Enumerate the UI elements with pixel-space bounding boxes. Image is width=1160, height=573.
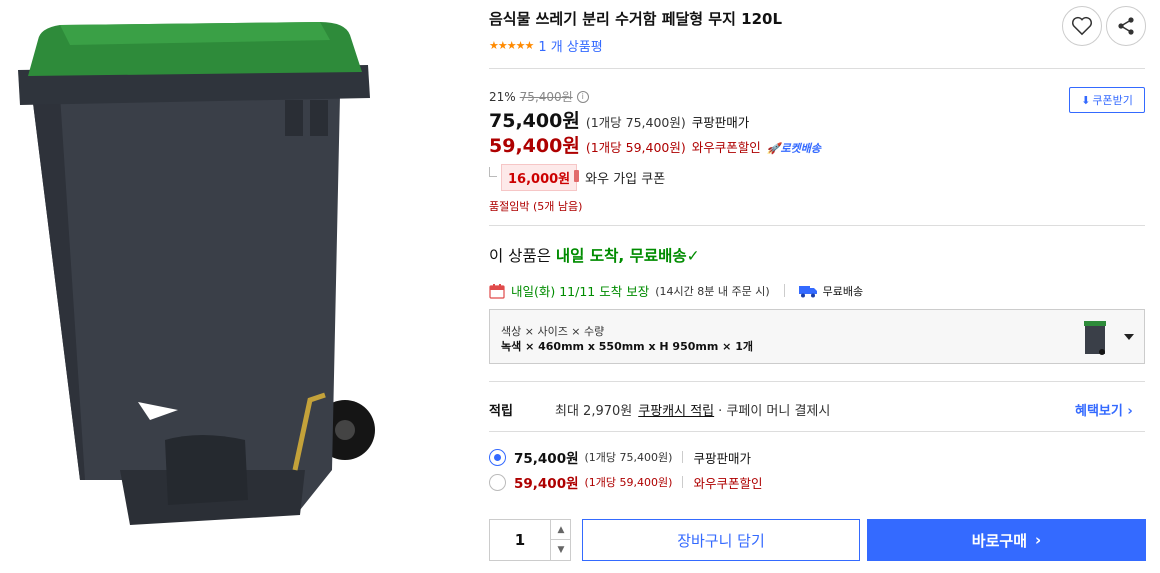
original-price: 75,400원	[519, 90, 573, 104]
arrival-date: 내일(화) 11/11 도착 보장	[511, 284, 650, 299]
delivery-row: 내일(화) 11/11 도착 보장 (14시간 8분 내 주문 시) 무료배송	[489, 281, 863, 300]
share-button[interactable]	[1106, 6, 1146, 46]
wow-unit-price: (1개당 59,400원)	[585, 140, 686, 155]
reward-label: 적립	[489, 404, 513, 419]
chevron-down-icon	[1124, 334, 1134, 340]
product-image	[18, 22, 375, 525]
separator	[682, 476, 684, 488]
reward-max-points: 최대 2,970원	[555, 404, 633, 419]
calendar-icon	[489, 283, 505, 299]
price-option-seller[interactable]: 75,400원 (1개당 75,400원) 쿠팡판매가	[489, 447, 751, 467]
sale-price-label: 쿠팡판매가	[691, 115, 750, 130]
product-title: 음식물 쓰레기 분리 수거함 페달형 무지 120L	[489, 10, 783, 28]
radio-seller-price[interactable]	[489, 448, 506, 466]
coupang-cash-link[interactable]: 쿠팡캐시 적립	[638, 400, 714, 419]
star-rating: ★★★★★	[489, 39, 534, 52]
option-unit-price: (1개당 75,400원)	[584, 451, 673, 464]
share-icon	[1118, 17, 1134, 35]
separator	[682, 451, 684, 463]
rating-row: ★★★★★ 1 개 상품평	[489, 36, 603, 55]
option-selector[interactable]: 색상 × 사이즈 × 수량 녹색 × 460mm x 550mm x H 950…	[489, 309, 1145, 364]
quantity-stepper[interactable]: 1 ▲ ▼	[489, 519, 571, 561]
branch-line	[489, 167, 497, 177]
option-price: 75,400원	[514, 451, 579, 467]
option-label: 와우쿠폰할인	[693, 475, 763, 491]
wow-coupon-label: 와우 가입 쿠폰	[585, 172, 666, 187]
sale-price: 75,400원	[489, 110, 580, 132]
divider	[489, 68, 1145, 69]
wow-price: 59,400원	[489, 135, 580, 157]
check-icon: ✓	[686, 247, 700, 265]
arrival-headline: 이 상품은 내일 도착, 무료배송✓	[489, 244, 700, 266]
arrival-highlight: 내일 도착, 무료배송	[555, 247, 687, 265]
divider	[489, 431, 1145, 432]
download-icon: ⬇	[1081, 93, 1091, 107]
add-to-cart-button[interactable]: 장바구니 담기	[582, 519, 860, 561]
chevron-right-icon: ›	[1035, 531, 1042, 549]
radio-wow-price[interactable]	[489, 473, 506, 491]
heart-icon	[1072, 16, 1092, 36]
truck-icon	[798, 285, 817, 297]
divider	[489, 381, 1145, 382]
discount-row: 21% 75,400원 i	[489, 88, 589, 105]
price-option-wow[interactable]: 59,400원 (1개당 59,400원) 와우쿠폰할인	[489, 472, 762, 492]
wishlist-button[interactable]	[1062, 6, 1102, 46]
sale-price-row: 75,400원 (1개당 75,400원) 쿠팡판매가	[489, 106, 749, 133]
buy-now-button[interactable]: 바로구매 ›	[867, 519, 1146, 561]
review-count-link[interactable]: 1 개 상품평	[538, 36, 602, 55]
reward-condition: · 쿠페이 머니 결제시	[718, 404, 831, 419]
option-labels: 색상 × 사이즈 × 수량	[501, 325, 605, 338]
coupon-download-label: 쿠폰받기	[1092, 94, 1133, 107]
option-label: 쿠팡판매가	[693, 450, 751, 466]
wow-coupon-amount: 16,000원	[501, 164, 580, 191]
arrival-note: (14시간 8분 내 주문 시)	[655, 284, 770, 298]
rocket-label: 로켓배송	[780, 142, 821, 155]
benefit-link[interactable]: 혜택보기 ›	[1075, 400, 1133, 419]
discount-rate: 21%	[489, 89, 516, 104]
wow-coupon-row: 16,000원 와우 가입 쿠폰	[501, 164, 665, 191]
wow-price-row: 59,400원 (1개당 59,400원) 와우쿠폰할인 🚀로켓배송	[489, 131, 821, 158]
option-unit-price: (1개당 59,400원)	[584, 476, 673, 489]
quantity-decrease-button[interactable]: ▼	[550, 540, 571, 560]
coupon-download-button[interactable]: ⬇ 쿠폰받기	[1069, 87, 1145, 113]
info-icon[interactable]: i	[576, 90, 589, 103]
divider	[489, 225, 1145, 226]
separator	[783, 284, 785, 297]
reward-row: 적립 최대 2,970원 쿠팡캐시 적립 · 쿠페이 머니 결제시	[489, 400, 1145, 419]
option-selected-value: 녹색 × 460mm x 550mm x H 950mm × 1개	[501, 340, 753, 353]
free-shipping-label: 무료배송	[822, 284, 864, 298]
rocket-delivery-badge: 🚀로켓배송	[766, 142, 821, 155]
option-thumbnail	[1084, 321, 1106, 355]
buy-now-label: 바로구매	[971, 531, 1027, 550]
wow-price-label: 와우쿠폰할인	[691, 140, 761, 155]
stock-warning: 품절임박 (5개 남음)	[489, 200, 583, 213]
quantity-input[interactable]: 1	[490, 520, 550, 560]
sale-unit-price: (1개당 75,400원)	[585, 115, 686, 130]
arrival-prefix: 이 상품은	[489, 247, 551, 265]
quantity-increase-button[interactable]: ▲	[550, 520, 571, 540]
option-price: 59,400원	[514, 476, 579, 492]
